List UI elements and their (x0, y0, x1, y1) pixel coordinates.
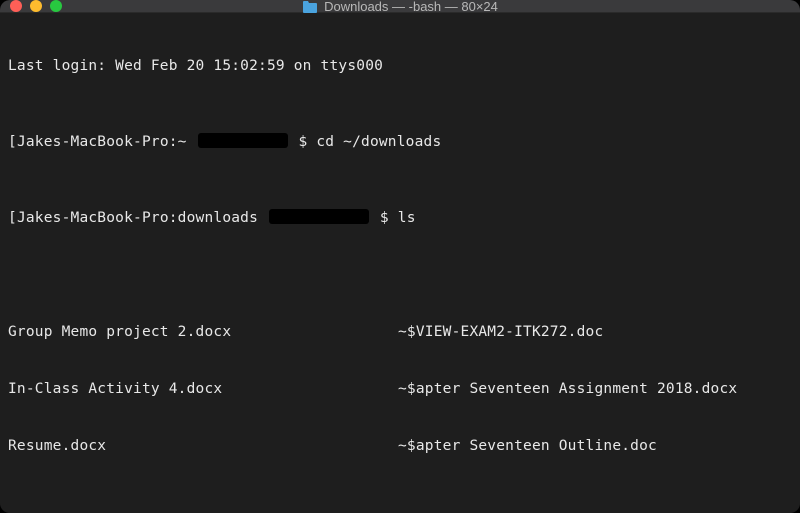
command-text: cd ~/downloads (316, 134, 441, 150)
redacted-user (269, 209, 369, 224)
minimize-icon[interactable] (30, 0, 42, 12)
file-entry: Resume.docx (8, 437, 398, 456)
ls-col-left: Group Memo project 2.docx In-Class Activ… (8, 285, 398, 494)
command-text: ls (398, 210, 416, 226)
window-controls (10, 0, 62, 12)
file-entry: ~$apter Seventeen Outline.doc (398, 437, 792, 456)
file-entry: In-Class Activity 4.docx (8, 380, 398, 399)
file-entry: ~$VIEW-EXAM2-ITK272.doc (398, 323, 792, 342)
bracket-open: [ (8, 134, 17, 150)
prompt-symbol: $ (298, 134, 307, 150)
prompt-line-1: [Jakes-MacBook-Pro:~ $ cd ~/downloads (8, 133, 792, 152)
file-entry: Group Memo project 2.docx (8, 323, 398, 342)
titlebar[interactable]: Downloads — -bash — 80×24 (0, 0, 800, 13)
bracket-open: [ (8, 210, 17, 226)
file-entry: ~$apter Seventeen Assignment 2018.docx (398, 380, 792, 399)
prompt-host: Jakes-MacBook-Pro:~ (17, 134, 187, 150)
terminal-window: Downloads — -bash — 80×24 Last login: We… (0, 0, 800, 513)
window-title: Downloads — -bash — 80×24 (324, 0, 498, 14)
ls-output: Group Memo project 2.docx In-Class Activ… (8, 285, 792, 494)
last-login-line: Last login: Wed Feb 20 15:02:59 on ttys0… (8, 57, 792, 76)
redacted-user (198, 133, 288, 148)
terminal-body[interactable]: Last login: Wed Feb 20 15:02:59 on ttys0… (0, 13, 800, 513)
prompt-symbol: $ (380, 210, 389, 226)
ls-col-right: ~$VIEW-EXAM2-ITK272.doc ~$apter Seventee… (398, 285, 792, 494)
zoom-icon[interactable] (50, 0, 62, 12)
close-icon[interactable] (10, 0, 22, 12)
prompt-host: Jakes-MacBook-Pro:downloads (17, 210, 258, 226)
folder-icon (302, 0, 318, 13)
title-wrap: Downloads — -bash — 80×24 (0, 0, 800, 14)
prompt-line-2: [Jakes-MacBook-Pro:downloads $ ls (8, 209, 792, 228)
